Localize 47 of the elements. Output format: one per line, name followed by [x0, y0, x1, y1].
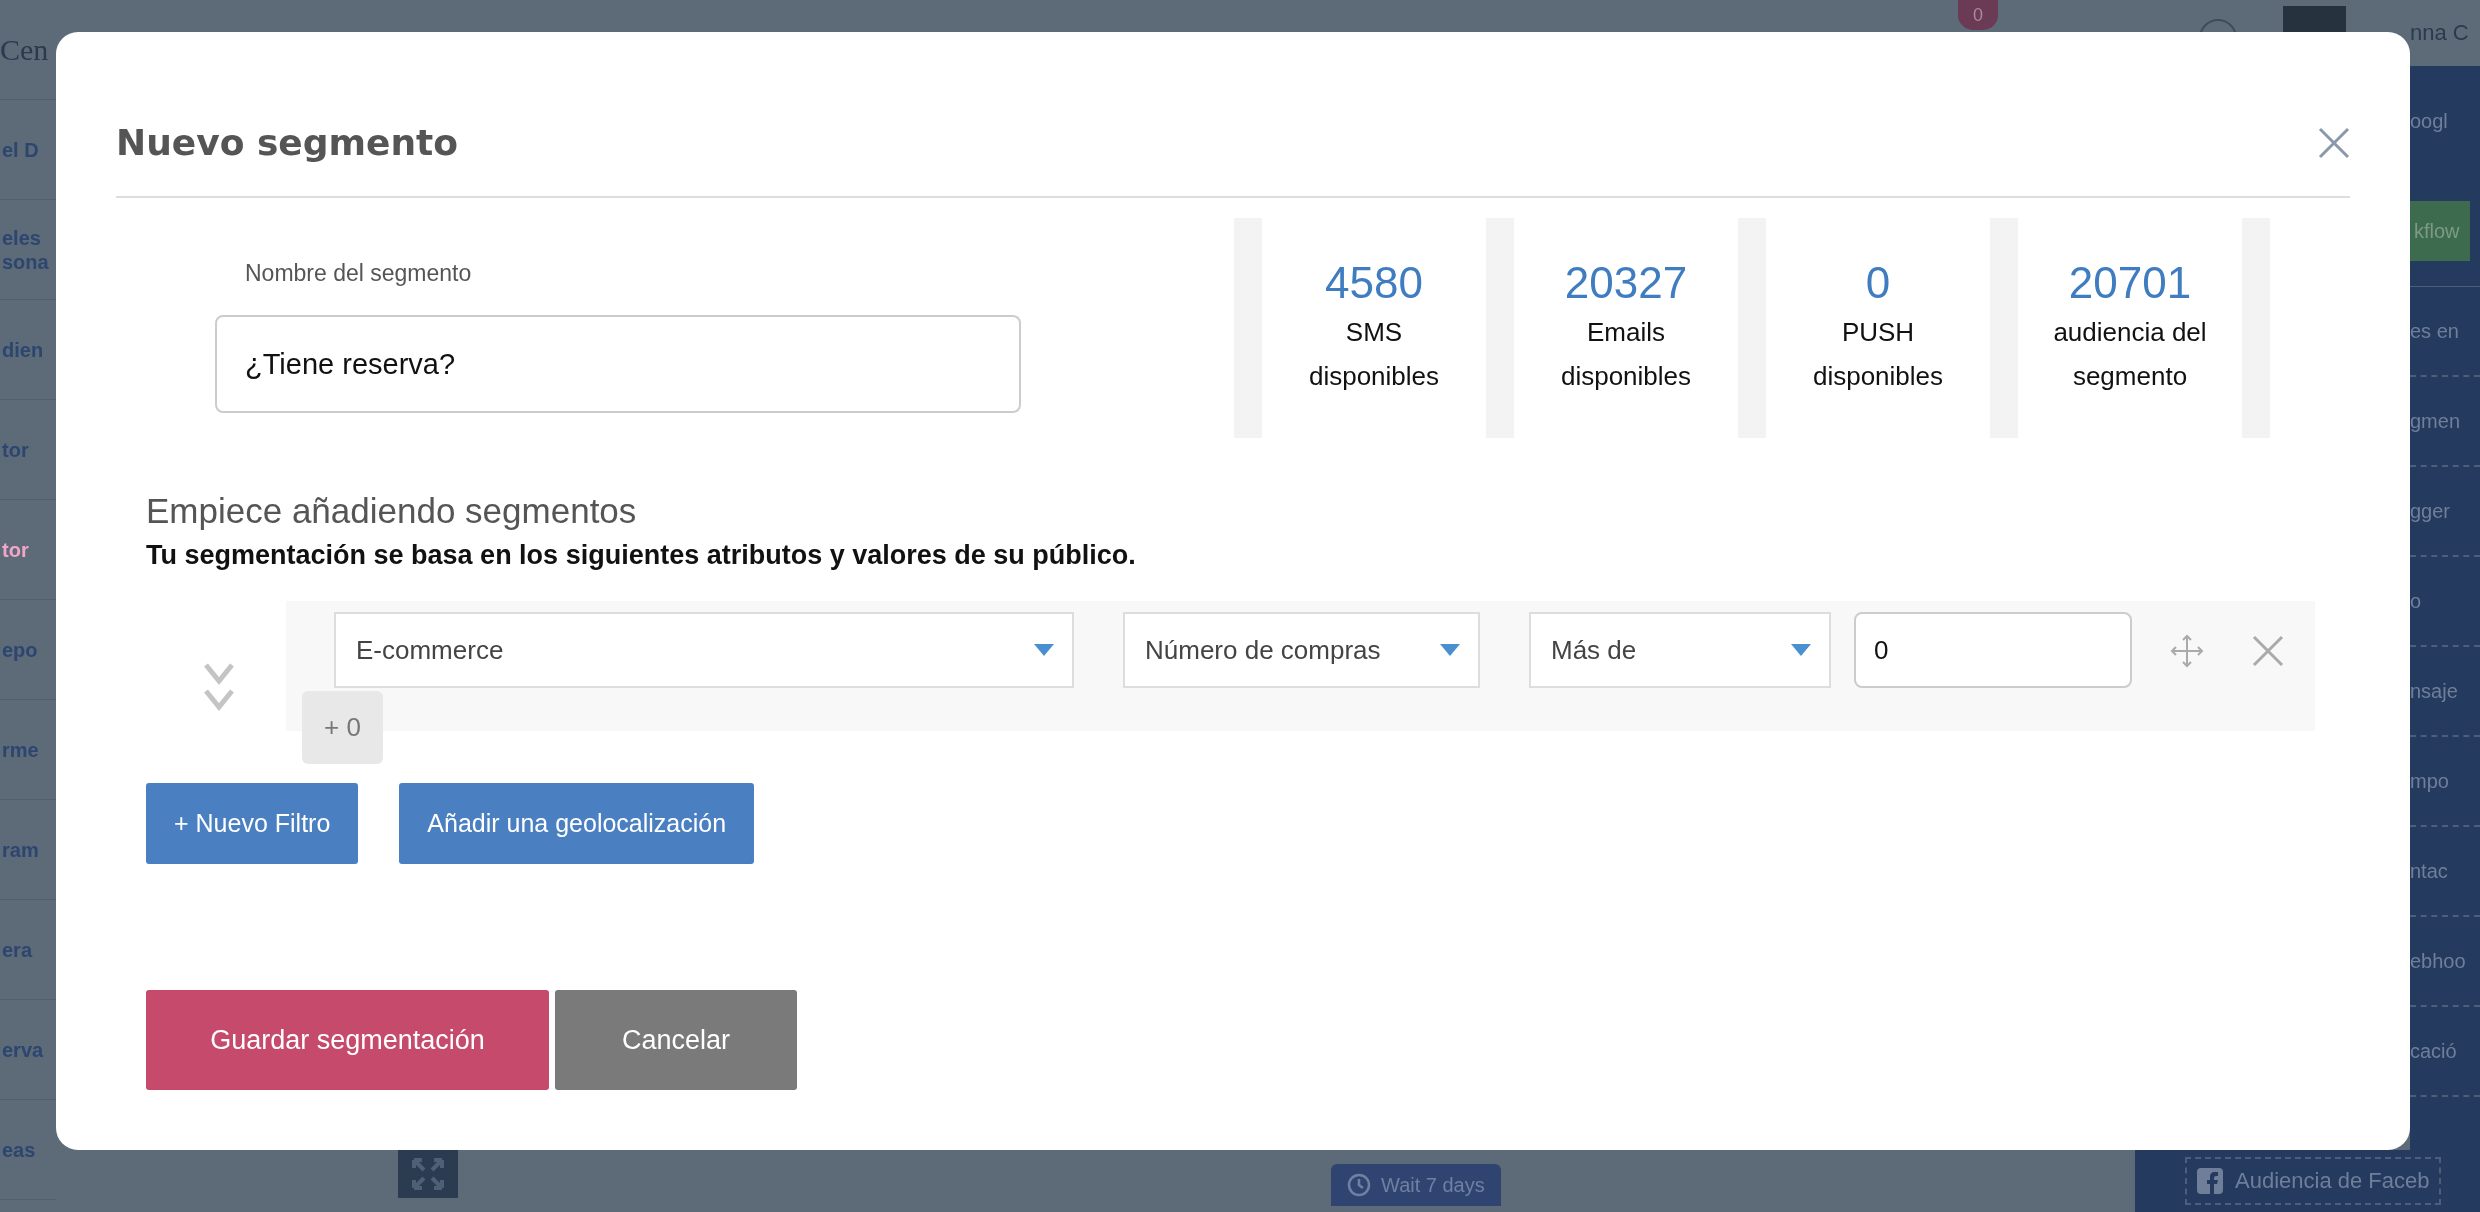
wait-step[interactable]: Wait 7 days: [1331, 1164, 1501, 1206]
panel-item[interactable]: cació: [2410, 1039, 2457, 1063]
add-location-button[interactable]: Añadir una geolocalización: [399, 783, 755, 864]
panel-item[interactable]: ntac: [2410, 859, 2448, 883]
value-input[interactable]: 0: [1854, 612, 2132, 688]
double-chevron-icon[interactable]: [204, 663, 234, 713]
move-icon[interactable]: [2170, 634, 2204, 668]
stat-label: audiencia del segmento: [2052, 316, 2208, 393]
stat-value: 0: [1865, 257, 1891, 309]
close-icon[interactable]: [2252, 635, 2284, 667]
dialog-title: Nuevo segmento: [116, 121, 459, 165]
panel-item[interactable]: gger: [2410, 499, 2451, 523]
clock-icon: [1347, 1173, 1371, 1197]
add-filter-button[interactable]: + Nuevo Filtro: [146, 783, 359, 864]
cancel-button[interactable]: Cancelar: [555, 990, 797, 1090]
stat-value: 20701: [2068, 257, 2192, 309]
section-title: Empiece añadiendo segmentos: [146, 490, 638, 532]
stat-label: SMS disponibles: [1307, 316, 1441, 393]
close-icon[interactable]: [2318, 127, 2350, 159]
panel-heading: oogl: [2410, 109, 2448, 133]
attribute-select[interactable]: Número de compras: [1123, 612, 1480, 688]
segment-name-input[interactable]: ¿Tiene reserva?: [215, 315, 1021, 413]
caret-icon: [1440, 644, 1460, 656]
operator-select[interactable]: Más de: [1529, 612, 1831, 688]
expand-icon[interactable]: [411, 1157, 445, 1191]
category-select[interactable]: E-commerce: [334, 612, 1074, 688]
facebook-icon: [2197, 1168, 2223, 1194]
section-subtitle: Tu segmentación se basa en los siguientes atributos y valores de su público.: [146, 539, 1137, 572]
workflow-button[interactable]: kflow: [2410, 201, 2470, 261]
notification-badge: 0: [1958, 0, 1998, 30]
stat-value: 20327: [1564, 257, 1688, 309]
stat-label: Emails disponibles: [1559, 316, 1693, 393]
caret-icon: [1034, 644, 1054, 656]
panel-item[interactable]: es en: [2410, 319, 2459, 343]
panel-item[interactable]: ebhoo: [2410, 949, 2466, 973]
panel-item[interactable]: o: [2410, 589, 2422, 613]
count-badge: + 0: [302, 691, 383, 764]
avatar-placeholder[interactable]: [2283, 6, 2346, 32]
save-button[interactable]: Guardar segmentación: [146, 990, 549, 1090]
stat-label: PUSH disponibles: [1811, 316, 1945, 393]
wait-label: Wait 7 days: [1381, 1173, 1485, 1197]
stat-value: 4580: [1325, 257, 1423, 309]
panel-item[interactable]: gmen: [2410, 409, 2461, 433]
field-label: Nombre del segmento: [245, 259, 472, 288]
panel-item[interactable]: mpo: [2410, 769, 2449, 793]
caret-icon: [1791, 644, 1811, 656]
panel-item[interactable]: nsaje: [2410, 679, 2458, 703]
